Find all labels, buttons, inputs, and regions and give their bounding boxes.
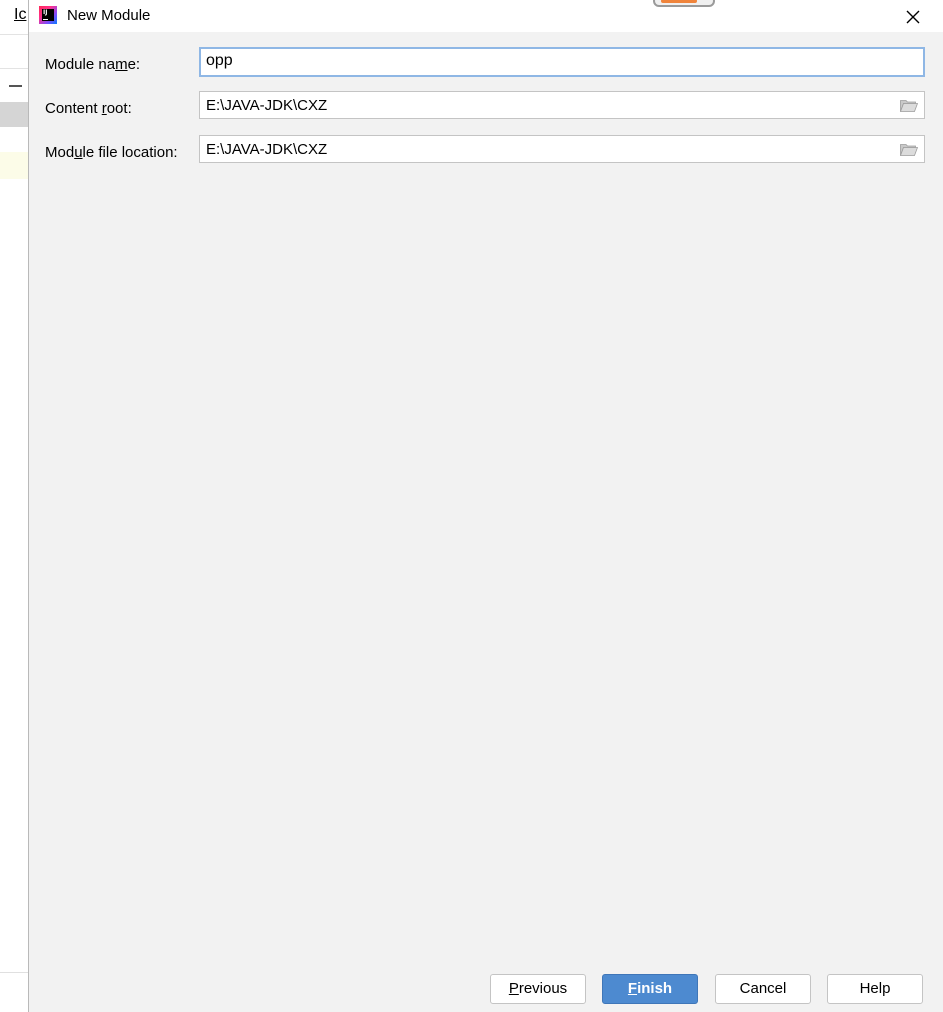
cancel-button[interactable]: Cancel — [715, 974, 811, 1004]
folder-icon[interactable] — [900, 143, 918, 156]
module-file-location-label: Module file location: — [45, 144, 178, 161]
module-file-location-input[interactable]: E:\JAVA-JDK\CXZ — [199, 135, 925, 163]
folder-icon[interactable] — [900, 99, 918, 112]
intellij-app-icon: IJ — [39, 6, 57, 24]
close-button[interactable] — [897, 0, 929, 32]
module-file-location-value: E:\JAVA-JDK\CXZ — [206, 141, 328, 158]
module-name-label: Module name: — [45, 56, 141, 73]
background-selected-row — [0, 102, 28, 127]
content-root-value: E:\JAVA-JDK\CXZ — [206, 97, 328, 114]
content-root-row: Content root: E:\JAVA-JDK\CXZ — [29, 91, 943, 121]
previous-button[interactable]: Previous — [490, 974, 586, 1004]
background-highlight-row — [0, 152, 28, 179]
background-menu-bar: Ic — [0, 0, 28, 35]
drag-handle[interactable] — [653, 0, 715, 7]
minimize-icon[interactable] — [9, 85, 22, 87]
help-button[interactable]: Help — [827, 974, 923, 1004]
background-toolbar — [0, 68, 28, 103]
module-name-input[interactable]: opp — [199, 47, 925, 77]
close-icon — [906, 10, 920, 24]
background-divider — [0, 972, 28, 973]
background-menu-letter[interactable]: Ic — [14, 6, 26, 24]
dialog-title: New Module — [67, 7, 151, 24]
drag-handle-accent — [661, 0, 697, 3]
dialog-titlebar[interactable]: IJ New Module — [29, 0, 943, 32]
module-name-value: opp — [206, 52, 233, 69]
finish-button[interactable]: Finish — [602, 974, 698, 1004]
new-module-dialog: IJ New Module Module name: opp Content r… — [28, 0, 943, 1012]
content-root-label: Content root: — [45, 100, 132, 117]
module-file-location-row: Module file location: E:\JAVA-JDK\CXZ — [29, 135, 943, 165]
background-ide-window: Ic — [0, 0, 28, 1012]
module-name-row: Module name: opp — [29, 47, 943, 77]
content-root-input[interactable]: E:\JAVA-JDK\CXZ — [199, 91, 925, 119]
